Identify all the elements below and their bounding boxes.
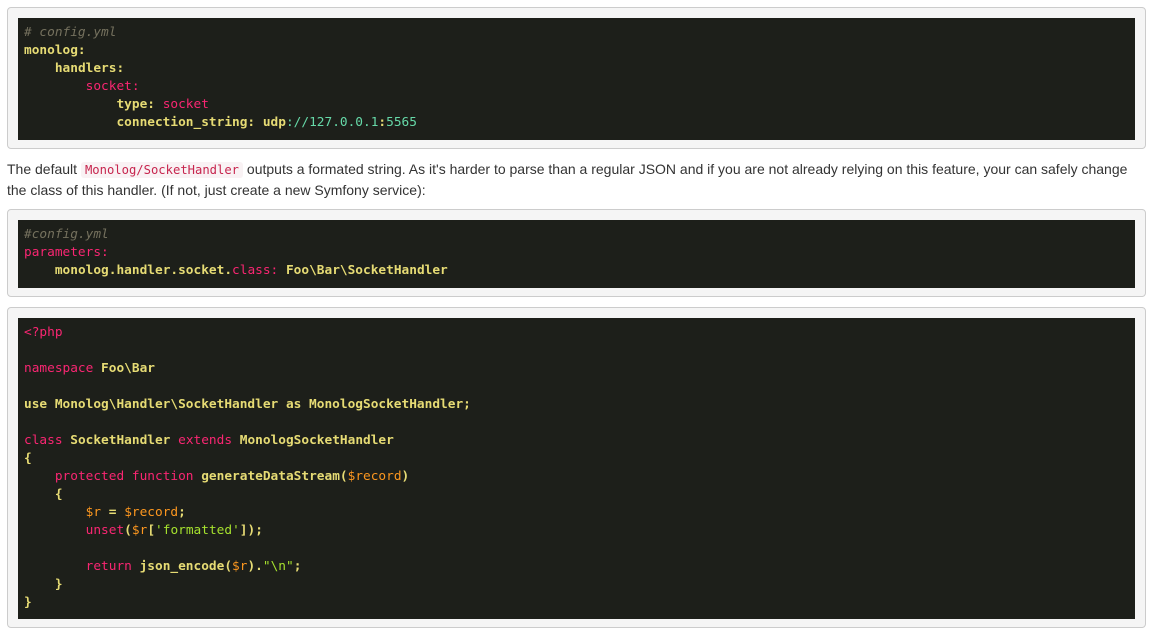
inline-code-class: Monolog/SocketHandler — [80, 162, 244, 178]
code-line: #config.yml — [24, 226, 1129, 244]
code-token: #config.yml — [24, 227, 109, 242]
code-line: unset($r['formatted']); — [24, 522, 1129, 540]
code-line: protected function generateDataStream($r… — [24, 468, 1129, 486]
code-line: type: socket — [24, 96, 1129, 114]
code-line: connection_string: udp://127.0.0.1:5565 — [24, 114, 1129, 132]
code-token: namespace — [24, 361, 102, 376]
code-content-php[interactable]: <?php namespace Foo\Bar use Monolog\Hand… — [18, 318, 1135, 619]
code-line: # config.yml — [24, 24, 1129, 42]
code-token: "\n" — [262, 559, 294, 574]
code-token: handlers: — [54, 61, 125, 76]
code-token: ( — [124, 523, 132, 538]
code-line: { — [24, 450, 1129, 468]
code-token: ; — [293, 559, 302, 574]
code-token: socket — [162, 97, 209, 112]
code-token: unset — [85, 523, 125, 538]
code-content-parameters[interactable]: #config.yml parameters: monolog.handler.s… — [18, 220, 1135, 288]
code-token: $record — [347, 469, 402, 484]
code-token: { — [24, 451, 32, 466]
code-token: udp — [262, 115, 286, 130]
code-line: namespace Foo\Bar — [24, 360, 1129, 378]
code-token: 'formatted' — [155, 523, 240, 538]
code-token: monolog: — [24, 43, 86, 58]
code-line: { — [24, 486, 1129, 504]
code-token: = — [101, 505, 125, 520]
code-token: ) — [401, 469, 410, 484]
code-token: extends — [178, 433, 240, 448]
code-token: ; — [178, 505, 186, 520]
code-token: $r — [232, 559, 248, 574]
code-token: Foo\Bar — [101, 361, 155, 376]
code-token: json_encode( — [139, 559, 233, 574]
code-token: return — [85, 559, 140, 574]
code-token: class — [24, 433, 71, 448]
code-line: $r = $record; — [24, 504, 1129, 522]
code-line: monolog.handler.socket.class: Foo\Bar\So… — [24, 262, 1129, 280]
code-token: ]); — [239, 523, 263, 538]
code-token: } — [24, 595, 32, 610]
code-token: monolog.handler.socket. — [54, 263, 233, 278]
code-block-config: # config.yml monolog: handlers: socket: t… — [7, 7, 1146, 149]
code-token: } — [54, 577, 63, 592]
code-token: ://127.0.0.1 — [285, 115, 379, 130]
code-line: handlers: — [24, 60, 1129, 78]
code-token: $r — [85, 505, 102, 520]
code-line: class SocketHandler extends MonologSocke… — [24, 432, 1129, 450]
code-token: MonologSocketHandler — [239, 433, 394, 448]
code-line: return json_encode($r)."\n"; — [24, 558, 1129, 576]
code-line: socket: — [24, 78, 1129, 96]
code-line: } — [24, 594, 1129, 612]
code-content-config[interactable]: # config.yml monolog: handlers: socket: t… — [18, 18, 1135, 140]
page: # config.yml monolog: handlers: socket: t… — [0, 0, 1156, 636]
code-token: $record — [124, 505, 179, 520]
code-token: connection_string: — [116, 115, 263, 130]
code-token: class: — [232, 263, 286, 278]
code-token: Foo\Bar\SocketHandler — [285, 263, 448, 278]
paragraph-before: The default — [7, 161, 81, 177]
code-token: { — [54, 487, 63, 502]
code-line: use Monolog\Handler\SocketHandler as Mon… — [24, 396, 1129, 414]
code-token: parameters: — [24, 245, 109, 260]
code-token: 5565 — [386, 115, 417, 130]
code-block-php: <?php namespace Foo\Bar use Monolog\Hand… — [7, 307, 1146, 628]
code-block-parameters: #config.yml parameters: monolog.handler.s… — [7, 209, 1146, 297]
code-line: parameters: — [24, 244, 1129, 262]
code-line: } — [24, 576, 1129, 594]
code-token: protected function — [54, 469, 202, 484]
code-token: generateDataStream( — [201, 469, 348, 484]
code-token: ). — [247, 559, 263, 574]
code-token: : — [378, 115, 387, 130]
code-token: SocketHandler — [70, 433, 179, 448]
code-token: socket: — [85, 79, 140, 94]
code-token: $r — [131, 523, 148, 538]
code-token: type: — [116, 97, 163, 112]
code-token: <?php — [24, 325, 63, 340]
code-line: monolog: — [24, 42, 1129, 60]
code-token: use Monolog\Handler\SocketHandler as Mon… — [24, 397, 471, 412]
code-token: # config.yml — [24, 25, 117, 40]
code-token: [ — [147, 523, 156, 538]
code-line: <?php — [24, 324, 1129, 342]
paragraph-text: The default Monolog/SocketHandler output… — [7, 159, 1146, 200]
